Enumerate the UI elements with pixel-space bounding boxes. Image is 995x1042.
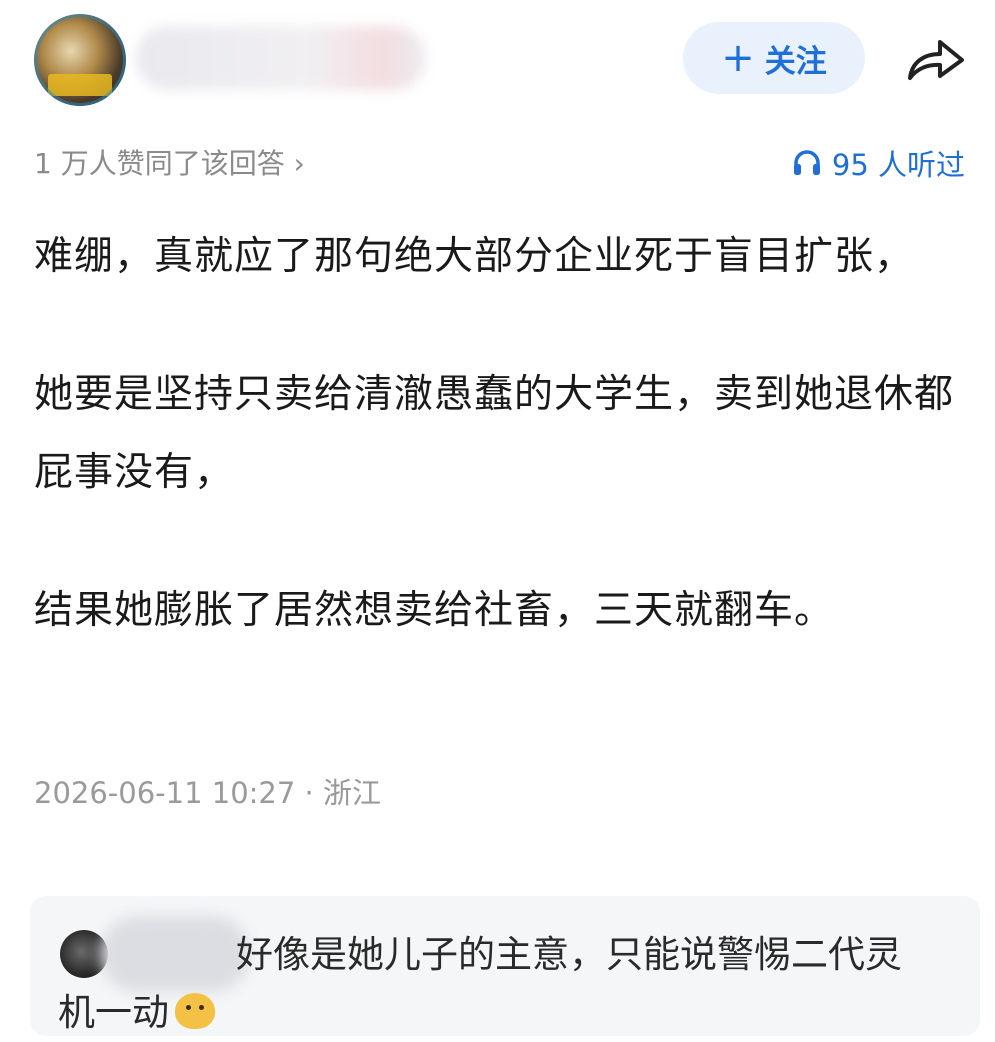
top-comment[interactable]: 好像是她儿子的主意，只能说警惕二代灵机一动 — [30, 896, 980, 1036]
answer-body: 难绷，真就应了那句绝大部分企业死于盲目扩张， 她要是坚持只卖给清澈愚蠢的大学生，… — [34, 218, 954, 650]
answer-meta: 1 万人赞同了该回答 › 95 人听过 — [0, 138, 995, 188]
listen-label: 95 人听过 — [831, 148, 965, 182]
listen-count[interactable]: 95 人听过 — [792, 142, 965, 184]
answer-paragraph: 结果她膨胀了居然想卖给社畜，三天就翻车。 — [34, 588, 835, 633]
share-arrow-icon[interactable] — [904, 34, 966, 84]
answer-paragraph: 难绷，真就应了那句绝大部分企业死于盲目扩张， — [34, 234, 915, 279]
approval-count[interactable]: 1 万人赞同了该回答 › — [34, 142, 305, 182]
plus-icon: + — [721, 35, 755, 81]
answer-header: + 关注 — [0, 0, 995, 120]
follow-button[interactable]: + 关注 — [683, 22, 865, 94]
post-timestamp: 2026-06-11 10:27 · 浙江 — [34, 776, 381, 810]
author-avatar[interactable] — [34, 14, 126, 106]
follow-label: 关注 — [764, 43, 827, 80]
avatar-ring — [34, 14, 126, 106]
headphones-icon — [793, 150, 820, 175]
answer-paragraph: 她要是坚持只卖给清澈愚蠢的大学生，卖到她退休都屁事没有， — [34, 372, 955, 495]
author-name-redacted[interactable] — [136, 26, 426, 90]
comment-text: 好像是她儿子的主意，只能说警惕二代灵机一动 — [58, 926, 938, 1042]
